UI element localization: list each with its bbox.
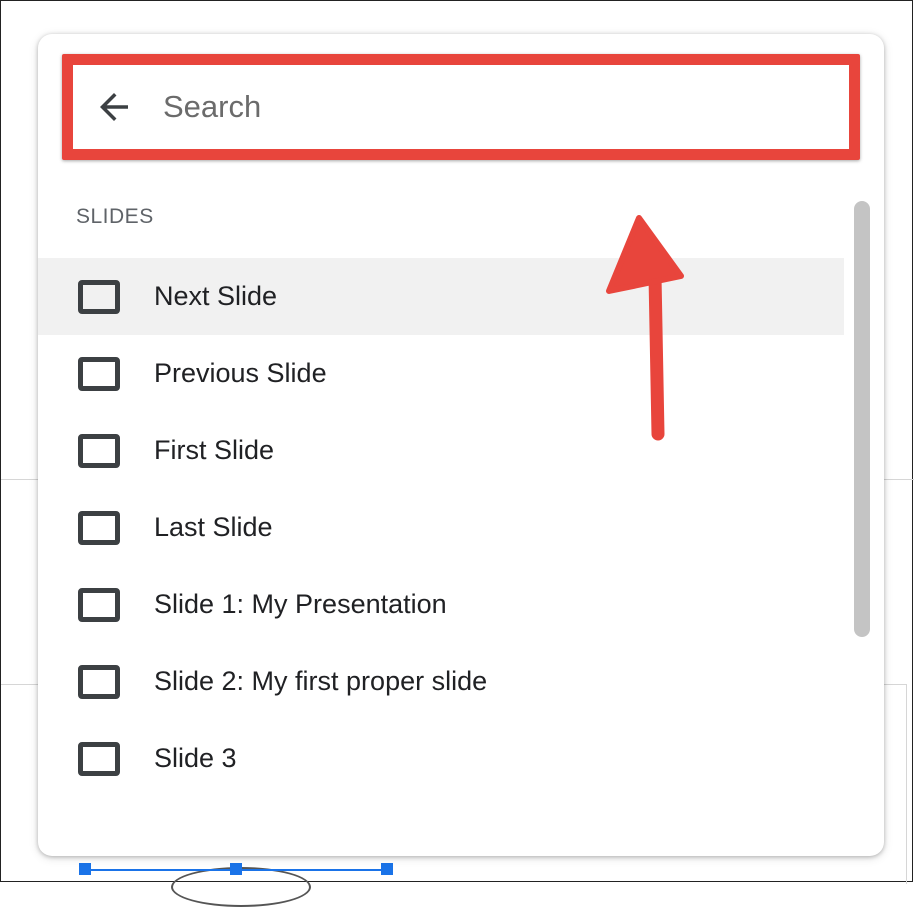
background-divider xyxy=(884,479,914,480)
section-heading: SLIDES xyxy=(76,205,154,228)
slide-icon xyxy=(78,664,120,699)
selection-handle[interactable] xyxy=(79,863,91,875)
slides-list: Next Slide Previous Slide First Slide La… xyxy=(38,258,844,797)
background-divider xyxy=(884,684,906,685)
search-input[interactable] xyxy=(161,88,805,126)
list-item-first-slide[interactable]: First Slide xyxy=(38,412,844,489)
background-divider xyxy=(906,684,907,884)
list-item-slide-2[interactable]: Slide 2: My first proper slide xyxy=(38,643,844,720)
list-item-label: First Slide xyxy=(154,435,275,465)
list-item-label: Last Slide xyxy=(154,512,273,542)
slides-search-panel: SLIDES Next Slide Previous Slide First S… xyxy=(38,34,884,856)
slide-icon xyxy=(78,587,120,622)
arrow-back-icon[interactable] xyxy=(93,86,135,128)
slide-icon xyxy=(78,279,120,314)
selection-handle[interactable] xyxy=(230,863,242,875)
slide-icon xyxy=(78,433,120,468)
slide-icon xyxy=(78,741,120,776)
list-item-last-slide[interactable]: Last Slide xyxy=(38,489,844,566)
list-item-label: Next Slide xyxy=(154,281,278,311)
list-item-previous-slide[interactable]: Previous Slide xyxy=(38,335,844,412)
list-item-label: Previous Slide xyxy=(154,358,327,388)
annotation-arrow-icon xyxy=(606,215,684,441)
list-item-label: Slide 1: My Presentation xyxy=(154,589,447,619)
list-item-next-slide[interactable]: Next Slide xyxy=(38,258,844,335)
list-item-label: Slide 3 xyxy=(154,743,237,773)
background-divider xyxy=(1,479,38,480)
slide-icon xyxy=(78,510,120,545)
search-bar xyxy=(62,54,860,160)
slide-icon xyxy=(78,356,120,391)
list-item-label: Slide 2: My first proper slide xyxy=(154,666,488,696)
list-item-slide-1[interactable]: Slide 1: My Presentation xyxy=(38,566,844,643)
list-item-slide-3[interactable]: Slide 3 xyxy=(38,720,844,797)
screenshot-frame: SLIDES Next Slide Previous Slide First S… xyxy=(0,0,914,907)
selection-handle[interactable] xyxy=(381,863,393,875)
scrollbar-thumb[interactable] xyxy=(854,201,870,637)
background-divider xyxy=(1,684,38,685)
